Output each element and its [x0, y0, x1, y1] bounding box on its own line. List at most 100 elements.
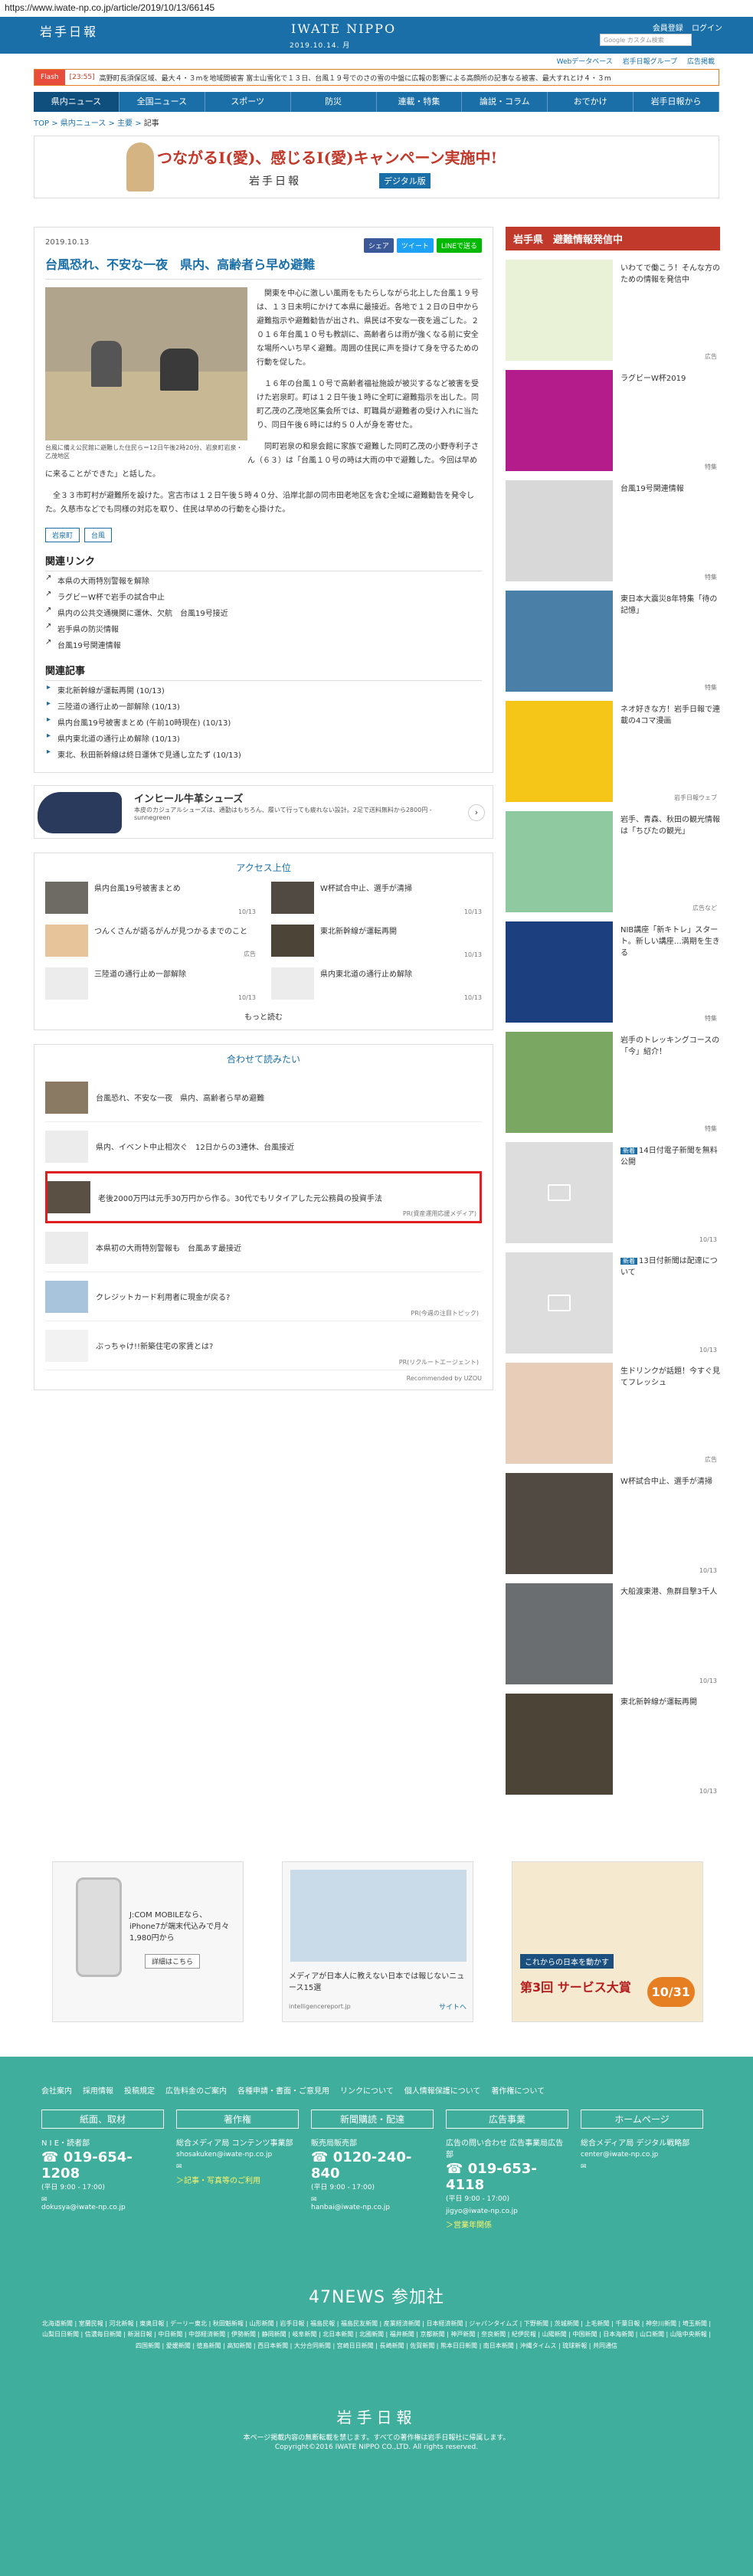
- flash-news[interactable]: Flash [23:55] 高野町長須保区域、最大４・３mを地域間被害 富士山雪…: [34, 69, 719, 86]
- evacuation-info-banner[interactable]: 岩手県 避難情報発信中: [506, 227, 720, 250]
- chevron-right-icon[interactable]: ›: [468, 804, 485, 821]
- sidebar-item[interactable]: NIB講座「新キトレ」スタート。新しい講座…満期を生きる 特集: [506, 921, 720, 1023]
- footer-link[interactable]: 各種申請・書面・ご意見用: [237, 2084, 329, 2096]
- webdb-link[interactable]: Webデータベース: [557, 58, 613, 66]
- reco-item[interactable]: 本県初の大雨特別警報も 台風あす最接近: [45, 1223, 482, 1272]
- related-article[interactable]: 県内台風19号被害まとめ (午前10時現在) (10/13): [45, 713, 482, 729]
- nav-series[interactable]: 連載・特集: [377, 92, 463, 112]
- related-article[interactable]: 東北新幹線が運転再開 (10/13): [45, 681, 482, 697]
- sidebar-item[interactable]: 岩手のトレッキングコースの「今」紹介！ 特集: [506, 1032, 720, 1133]
- sidebar-item[interactable]: 大船渡東港、魚群目撃3千人 10/13: [506, 1583, 720, 1684]
- uzou-credit[interactable]: Recommended by UZOU: [45, 1375, 482, 1382]
- nav-national[interactable]: 全国ニュース: [119, 92, 205, 112]
- contact-mail[interactable]: dokusya@iwate-np.co.jp: [41, 2204, 164, 2211]
- campaign-banner[interactable]: つながるI(愛)、感じるI(愛)キャンペーン実施中! 岩手日報 デジタル版: [34, 136, 719, 198]
- sidebar-item-text: 大船渡東港、魚群目撃3千人: [620, 1588, 718, 1596]
- service-award-ad[interactable]: これからの日本を動かす 第3回 サービス大賞 10/31: [512, 1861, 703, 2022]
- contact-hours: (平日 9:00 - 17:00): [41, 2184, 105, 2191]
- site-logo[interactable]: 岩手日報: [40, 21, 98, 40]
- related-article[interactable]: 東北、秋田新幹線は終日運休で見通し立たず (10/13): [45, 745, 482, 761]
- sidebar-item[interactable]: 生ドリンクが話題！今すぐ見てフレッシュ 広告: [506, 1363, 720, 1464]
- footer-link[interactable]: 著作権について: [491, 2084, 545, 2096]
- ranking-item[interactable]: つんくさんが語るがんが見つかるまでのこと 広告: [45, 925, 256, 958]
- footer-link[interactable]: 採用情報: [83, 2084, 113, 2096]
- footer-link[interactable]: 個人情報保護について: [404, 2084, 481, 2096]
- contact-mail[interactable]: hanbai@iwate-np.co.jp: [311, 2204, 434, 2211]
- ranking-item[interactable]: W杯試合中止、選手が清掃 10/13: [271, 882, 482, 915]
- search-input[interactable]: Google カスタム検索: [600, 34, 692, 46]
- related-link[interactable]: ラグビーW杯で岩手の試合中止: [45, 588, 482, 604]
- twitter-share-button[interactable]: ツイート: [396, 238, 434, 253]
- site-logo-en[interactable]: IWATE NIPPO: [291, 21, 396, 36]
- reco-item-highlighted[interactable]: 老後2000万円は元手30万円から作る。30代でもリタイアした元公務員の投資手法…: [45, 1171, 482, 1223]
- nav-sports[interactable]: スポーツ: [205, 92, 291, 112]
- crumb-main[interactable]: 主要: [117, 119, 133, 128]
- share-buttons: シェア ツイート LINEで送る: [363, 238, 482, 253]
- line-share-button[interactable]: LINEで送る: [436, 238, 482, 253]
- related-link[interactable]: 台風19号関連情報: [45, 636, 482, 652]
- sidebar-item[interactable]: 東日本大震災8年特集「待の記憶」 特集: [506, 591, 720, 692]
- contact-note[interactable]: ＞営業年関係: [446, 2218, 568, 2230]
- related-article[interactable]: 三陸道の通行止め一部解除 (10/13): [45, 697, 482, 713]
- reco-item[interactable]: クレジットカード利用者に現金が戻る? PR(今週の注目トピック): [45, 1272, 482, 1321]
- footer-link[interactable]: リンクについて: [340, 2084, 394, 2096]
- more-button[interactable]: もっと読む: [45, 1010, 482, 1022]
- sidebar-item[interactable]: 岩手、青森、秋田の観光情報は「ちびたの観光」 広告など: [506, 811, 720, 912]
- nav-from-nippo[interactable]: 岩手日報から: [634, 92, 719, 112]
- contact-subscription: 新聞購読・配達 販売局販売部 ☎ 0120-240-840 (平日 9:00 -…: [311, 2110, 434, 2230]
- facebook-share-button[interactable]: シェア: [363, 238, 394, 253]
- sidebar-item[interactable]: ネオ好きな方！岩手日報で連載の4コマ漫画 岩手日報ウェブ: [506, 701, 720, 802]
- intelligence-ad-source: intelligencereport.jp: [289, 2003, 351, 2010]
- reco-item[interactable]: ぶっちゃけ!!新築住宅の家賃とは? PR(リクルートエージェント): [45, 1321, 482, 1370]
- jcom-ad-button[interactable]: 詳細はこちら: [145, 1954, 201, 1969]
- related-links: 本県の大雨特別警報を解除 ラグビーW杯で岩手の試合中止 県内の公共交通機関に運休…: [45, 571, 482, 652]
- ranking-item[interactable]: 三陸道の通行止め一部解除 10/13: [45, 967, 256, 1001]
- related-link[interactable]: 岩手県の防災情報: [45, 620, 482, 636]
- shoe-ad[interactable]: インヒール牛革シューズ 本皮のカジュアルシューズは、通勤はもちろん、履いて行って…: [34, 785, 493, 839]
- sidebar-item[interactable]: 東北新幹線が運転再開 10/13: [506, 1694, 720, 1795]
- intelligence-ad-button[interactable]: サイトへ: [439, 2002, 467, 2011]
- footer-logo[interactable]: 岩手日報: [0, 2405, 753, 2427]
- jcom-ad[interactable]: J:COM MOBILEなら、iPhone7が端末代込みで月々1,980円から …: [52, 1861, 244, 2022]
- related-article[interactable]: 県内東北道の通行止め解除 (10/13): [45, 729, 482, 745]
- ranking-item[interactable]: 県内台風19号被害まとめ 10/13: [45, 882, 256, 915]
- intelligence-ad[interactable]: メディアが日本人に教えない日本では報じないニュース15選 intelligenc…: [282, 1861, 473, 2022]
- ranking-item[interactable]: 東北新幹線が運転再開 10/13: [271, 925, 482, 958]
- contact-mail[interactable]: center@iwate-np.co.jp: [581, 2151, 703, 2159]
- sidebar-item[interactable]: 新着 14日付電子新聞を無料公開 10/13: [506, 1142, 720, 1243]
- crumb-top[interactable]: TOP: [34, 119, 49, 128]
- login-link[interactable]: ログイン: [692, 25, 722, 33]
- crumb-local[interactable]: 県内ニュース: [61, 119, 106, 128]
- flash-text[interactable]: 高野町長須保区域、最大４・３mを地域間被害 富士山雪化で１３日、台風１９号でのさ…: [100, 73, 611, 83]
- reco-item[interactable]: 台風恐れ、不安な一夜 県内、高齢者ら早め避難: [45, 1073, 482, 1122]
- reco-item[interactable]: 県内、イベント中止相次ぐ 12日からの3連休、台風接近: [45, 1122, 482, 1171]
- related-link[interactable]: 県内の公共交通機関に運休、欠航 台風19号接近: [45, 604, 482, 620]
- sidebar-item[interactable]: W杯試合中止、選手が清掃 10/13: [506, 1473, 720, 1574]
- contact-mail[interactable]: jigyo@iwate-np.co.jp: [446, 2208, 568, 2215]
- group-link[interactable]: 岩手日報グループ: [623, 58, 677, 66]
- footer-link[interactable]: 広告料金のご案内: [165, 2084, 227, 2096]
- sidebar-item[interactable]: いわてで働こう！そんな方のための情報を発信中 広告: [506, 260, 720, 361]
- sidebar-item-text: 新着 13日付新聞は配達について: [620, 1252, 720, 1353]
- sidebar-item[interactable]: ラグビーW杯2019 特集: [506, 370, 720, 471]
- contact-note[interactable]: ＞記事・写真等のご利用: [176, 2174, 299, 2185]
- tag-iwaizumi[interactable]: 岩泉町: [45, 528, 80, 542]
- nav-disaster[interactable]: 防災: [291, 92, 377, 112]
- nav-column[interactable]: 論説・コラム: [462, 92, 548, 112]
- register-link[interactable]: 会員登録: [653, 25, 683, 33]
- tag-typhoon[interactable]: 台風: [84, 528, 113, 542]
- contact-mail[interactable]: shosakuken@iwate-np.co.jp: [176, 2151, 299, 2159]
- footer-link[interactable]: 会社案内: [41, 2084, 72, 2096]
- sidebar-item[interactable]: 新着 13日付新聞は配達について 10/13: [506, 1252, 720, 1353]
- ad-link[interactable]: 広告掲載: [687, 58, 715, 66]
- ranking-item[interactable]: 県内東北道の通行止め解除 10/13: [271, 967, 482, 1001]
- ranking-date: 10/13: [463, 908, 482, 915]
- nav-prefecture[interactable]: 県内ニュース: [34, 92, 119, 112]
- nav-outing[interactable]: おでかけ: [548, 92, 634, 112]
- related-link[interactable]: 本県の大雨特別警報を解除: [45, 571, 482, 588]
- sidebar-item[interactable]: 台風19号関連情報 特集: [506, 480, 720, 581]
- placeholder-icon: [548, 1295, 571, 1311]
- 47news-list[interactable]: 北海道新聞 | 室蘭民報 | 河北新報 | 東奥日報 | デーリー東北 | 秋田…: [40, 2319, 714, 2352]
- article-photo[interactable]: [45, 287, 247, 440]
- footer-link[interactable]: 投稿規定: [124, 2084, 155, 2096]
